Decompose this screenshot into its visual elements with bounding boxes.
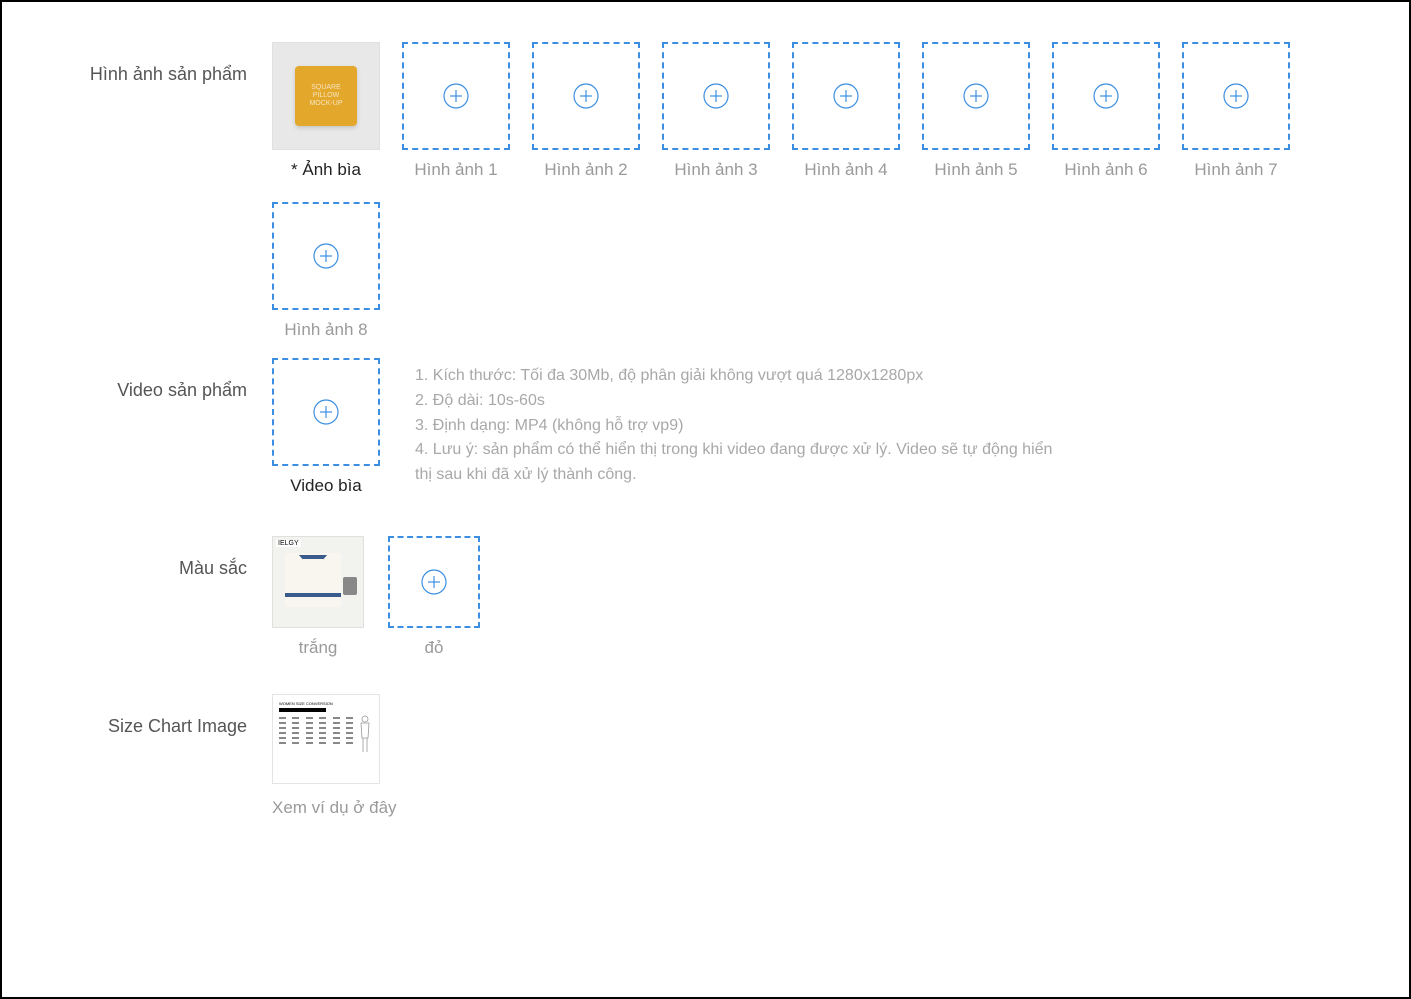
pillow-icon: SQUAREPILLOWMOCK-UP	[295, 66, 357, 126]
cover-image-thumb: SQUAREPILLOWMOCK-UP	[273, 43, 379, 149]
image-slot-8[interactable]	[272, 202, 380, 310]
plus-icon	[420, 568, 448, 596]
image-slot-1-caption: Hình ảnh 1	[414, 160, 497, 180]
image-slot-5-wrap: Hình ảnh 5	[922, 42, 1030, 180]
image-slot-4-wrap: Hình ảnh 4	[792, 42, 900, 180]
plus-icon	[442, 82, 470, 110]
plus-icon	[962, 82, 990, 110]
image-slot-3[interactable]	[662, 42, 770, 150]
cover-video-slot-wrap: Video bìa	[272, 358, 380, 496]
image-slot-7-wrap: Hình ảnh 7	[1182, 42, 1290, 180]
plus-icon	[832, 82, 860, 110]
label-product-images: Hình ảnh sản phẩm	[72, 42, 272, 85]
image-slot-7-caption: Hình ảnh 7	[1194, 160, 1277, 180]
image-slot-5-caption: Hình ảnh 5	[934, 160, 1017, 180]
cover-image-caption: Ảnh bìa	[291, 160, 361, 180]
image-slot-2-caption: Hình ảnh 2	[544, 160, 627, 180]
color-caption-do: đỏ	[425, 638, 444, 658]
plus-icon	[572, 82, 600, 110]
image-slot-4-caption: Hình ảnh 4	[804, 160, 887, 180]
video-hint-line-2: 2. Độ dài: 10s-60s	[415, 389, 1055, 414]
image-slot-3-wrap: Hình ảnh 3	[662, 42, 770, 180]
image-slot-6[interactable]	[1052, 42, 1160, 150]
image-slot-8-caption: Hình ảnh 8	[284, 320, 367, 340]
color-slot-trang-wrap: IELGY trắng	[272, 536, 364, 658]
row-product-images: Hình ảnh sản phẩm SQUAREPILLOWMOCK-UP Ản…	[72, 42, 1339, 340]
product-images-content: SQUAREPILLOWMOCK-UP Ảnh bìa Hình ảnh 1	[272, 42, 1339, 340]
video-hint-line-3: 3. Định dạng: MP4 (không hỗ trợ vp9)	[415, 414, 1055, 439]
color-slot-do[interactable]	[388, 536, 480, 628]
plus-icon	[1222, 82, 1250, 110]
image-slot-1[interactable]	[402, 42, 510, 150]
image-slot-2[interactable]	[532, 42, 640, 150]
label-size-chart: Size Chart Image	[72, 694, 272, 737]
video-side: Video bìa 1. Kích thước: Tối đa 30Mb, độ…	[272, 358, 1339, 496]
plus-icon	[312, 398, 340, 426]
video-hint-line-4: 4. Lưu ý: sản phẩm có thể hiển thị trong…	[415, 438, 1055, 488]
image-slot-7[interactable]	[1182, 42, 1290, 150]
sweater-thumb: IELGY	[272, 536, 364, 628]
video-hint: 1. Kích thước: Tối đa 30Mb, độ phân giải…	[415, 358, 1055, 488]
row-size-chart: Size Chart Image WOMEN SIZE CONVERSION	[72, 694, 1339, 818]
row-product-video: Video sản phẩm Video bìa 1. Kích thước: …	[72, 358, 1339, 496]
color-slots: IELGY trắng đỏ	[272, 536, 1339, 658]
label-product-video: Video sản phẩm	[72, 358, 272, 401]
size-chart-thumb[interactable]: WOMEN SIZE CONVERSION	[272, 694, 380, 784]
plus-icon	[312, 242, 340, 270]
row-colors: Màu sắc IELGY trắng	[72, 536, 1339, 658]
size-chart-wrap: WOMEN SIZE CONVERSION	[272, 694, 1339, 818]
image-slot-5[interactable]	[922, 42, 1030, 150]
cover-image-slot[interactable]: SQUAREPILLOWMOCK-UP	[272, 42, 380, 150]
color-caption-trang: trắng	[299, 638, 338, 658]
video-hint-line-1: 1. Kích thước: Tối đa 30Mb, độ phân giải…	[415, 364, 1055, 389]
product-video-content: Video bìa 1. Kích thước: Tối đa 30Mb, độ…	[272, 358, 1339, 496]
plus-icon	[1092, 82, 1120, 110]
image-slot-4[interactable]	[792, 42, 900, 150]
size-chart-content: WOMEN SIZE CONVERSION	[272, 694, 1339, 818]
image-slot-2-wrap: Hình ảnh 2	[532, 42, 640, 180]
product-image-slots: SQUAREPILLOWMOCK-UP Ảnh bìa Hình ảnh 1	[272, 42, 1339, 340]
sweater-icon	[285, 553, 341, 607]
label-colors: Màu sắc	[72, 536, 272, 579]
colors-content: IELGY trắng đỏ	[272, 536, 1339, 658]
cover-video-slot[interactable]	[272, 358, 380, 466]
plus-icon	[702, 82, 730, 110]
figure-icon	[357, 714, 373, 754]
camera-icon	[343, 577, 357, 595]
image-slot-1-wrap: Hình ảnh 1	[402, 42, 510, 180]
form-panel: Hình ảnh sản phẩm SQUAREPILLOWMOCK-UP Ản…	[0, 0, 1411, 999]
image-slot-6-caption: Hình ảnh 6	[1064, 160, 1147, 180]
cover-video-caption: Video bìa	[290, 476, 362, 496]
image-slot-6-wrap: Hình ảnh 6	[1052, 42, 1160, 180]
color-slot-do-wrap: đỏ	[388, 536, 480, 658]
size-chart-example-link[interactable]: Xem ví dụ ở đây	[272, 798, 397, 818]
image-slot-8-wrap: Hình ảnh 8	[272, 202, 380, 340]
image-slot-3-caption: Hình ảnh 3	[674, 160, 757, 180]
cover-image-slot-wrap: SQUAREPILLOWMOCK-UP Ảnh bìa	[272, 42, 380, 180]
color-slot-trang[interactable]: IELGY	[272, 536, 364, 628]
